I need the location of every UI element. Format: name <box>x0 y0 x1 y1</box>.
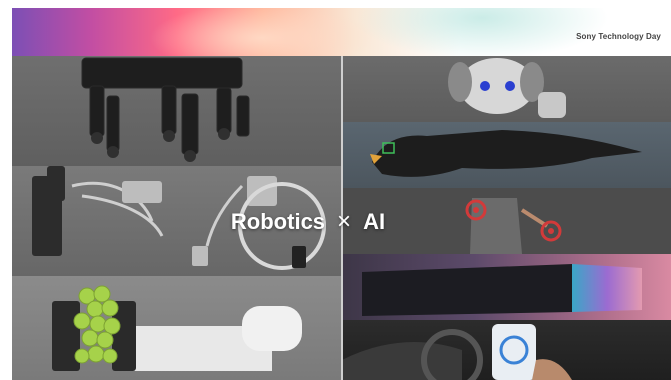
display-tile <box>342 254 671 320</box>
grape-grasping-robot-tile <box>12 276 342 380</box>
slide-headline: Robotics × AI <box>193 205 423 239</box>
brand-label: Sony Technology Day <box>576 32 661 41</box>
aibo-dog-tile <box>342 56 671 122</box>
headline-ai: AI <box>363 209 386 234</box>
eagle-tile <box>342 122 671 188</box>
quadruped-robot-tile <box>12 56 342 166</box>
presentation-slide: Sony Technology Day Robotics × AI <box>0 0 671 380</box>
multiply-symbol: × <box>337 208 352 235</box>
headline-robotics: Robotics <box>230 209 326 234</box>
car-phone-tile <box>342 320 671 380</box>
header-gradient-banner: Sony Technology Day <box>12 8 671 56</box>
